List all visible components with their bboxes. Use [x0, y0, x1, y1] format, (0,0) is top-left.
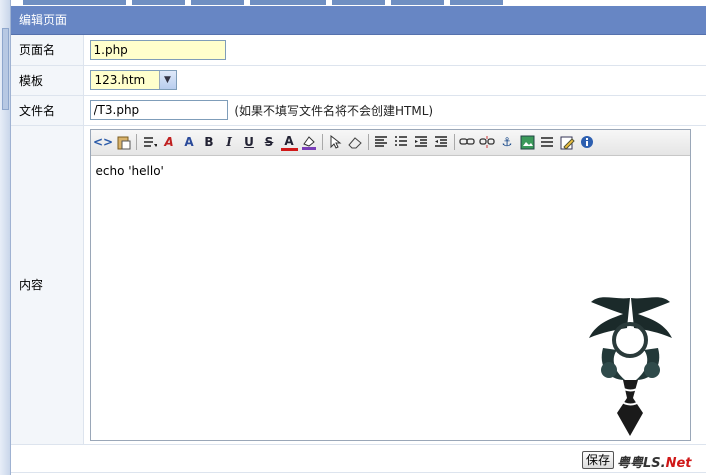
spellcheck-icon[interactable]: A [161, 134, 178, 151]
file-name-label: 文件名 [11, 95, 84, 126]
file-name-input[interactable] [89, 100, 228, 120]
tab-2[interactable] [132, 0, 185, 5]
watermark-net: Net [665, 456, 692, 471]
hr-icon[interactable] [539, 134, 556, 151]
row-template: 模板 123.htm ▼ [11, 65, 706, 96]
tab-4[interactable] [250, 0, 326, 5]
anchor-icon[interactable]: ⚓ [499, 134, 516, 151]
dragon-tribal-logo [588, 296, 672, 436]
template-select-value: 123.htm [94, 73, 146, 87]
editor-content-area[interactable]: echo 'hello' [91, 156, 690, 186]
page-name-label: 页面名 [11, 35, 84, 66]
template-select[interactable]: 123.htm ▼ [89, 70, 177, 90]
image-icon[interactable] [519, 134, 536, 151]
editor-toolbar: <> A A B I U S A ⚓ [90, 129, 690, 156]
paste-icon[interactable] [115, 134, 132, 151]
font-color-icon[interactable]: A [280, 134, 298, 151]
italic-icon[interactable]: I [221, 134, 238, 151]
rich-text-editor: <> A A B I U S A ⚓ echo 'hello' [89, 128, 691, 441]
row-page-name: 页面名 [11, 35, 706, 66]
tab-5[interactable] [332, 0, 385, 5]
underline-icon[interactable]: U [241, 134, 258, 151]
edit-icon[interactable] [559, 134, 576, 151]
eraser-icon[interactable] [347, 134, 364, 151]
link-icon[interactable] [459, 134, 476, 151]
tab-7[interactable] [450, 0, 503, 5]
content-label: 内容 [11, 125, 84, 445]
chevron-down-icon[interactable]: ▼ [158, 71, 176, 89]
align-icon[interactable] [373, 134, 390, 151]
indent-icon[interactable] [433, 134, 450, 151]
file-name-hint: (如果不填写文件名将不会创建HTML) [234, 104, 434, 118]
edit-page-panel: 编辑页面 页面名 模板 123.htm ▼ 文件名 (如果不填写文件名将不会创建… [11, 6, 706, 475]
list-icon[interactable] [393, 134, 410, 151]
info-icon[interactable] [579, 134, 596, 151]
tab-6[interactable] [391, 0, 444, 5]
outdent-icon[interactable] [413, 134, 430, 151]
page-name-input[interactable] [89, 39, 226, 60]
toolbar-separator [367, 134, 369, 150]
unlink-icon[interactable] [479, 134, 496, 151]
save-button[interactable]: 保存 [582, 451, 614, 469]
select-icon[interactable] [327, 134, 344, 151]
row-file-name: 文件名 (如果不填写文件名将不会创建HTML) [11, 95, 706, 126]
toolbar-separator [453, 134, 455, 150]
frame-scroll-handle[interactable] [2, 28, 9, 110]
edit-form: 页面名 模板 123.htm ▼ 文件名 (如果不填写文件名将不会创建HTML)… [11, 35, 706, 473]
strikethrough-icon[interactable]: S [261, 134, 278, 151]
site-watermark: 粤粤LS.Net [617, 452, 692, 471]
tab-3[interactable] [191, 0, 244, 5]
format-icon[interactable] [141, 134, 158, 151]
highlight-icon[interactable] [301, 134, 318, 151]
source-icon[interactable]: <> [93, 134, 113, 151]
template-label: 模板 [11, 65, 84, 96]
watermark-text: 粤粤LS. [617, 456, 666, 471]
toolbar-separator [135, 134, 137, 150]
bold-icon[interactable]: B [201, 134, 218, 151]
panel-title: 编辑页面 [11, 6, 706, 35]
row-content: 内容 <> A A B I U S A ⚓ echo 'hello' [11, 125, 706, 445]
toolbar-separator [321, 134, 323, 150]
left-frame-strip [0, 0, 11, 475]
font-size-icon[interactable]: A [181, 134, 198, 151]
tab-1[interactable] [23, 0, 126, 5]
